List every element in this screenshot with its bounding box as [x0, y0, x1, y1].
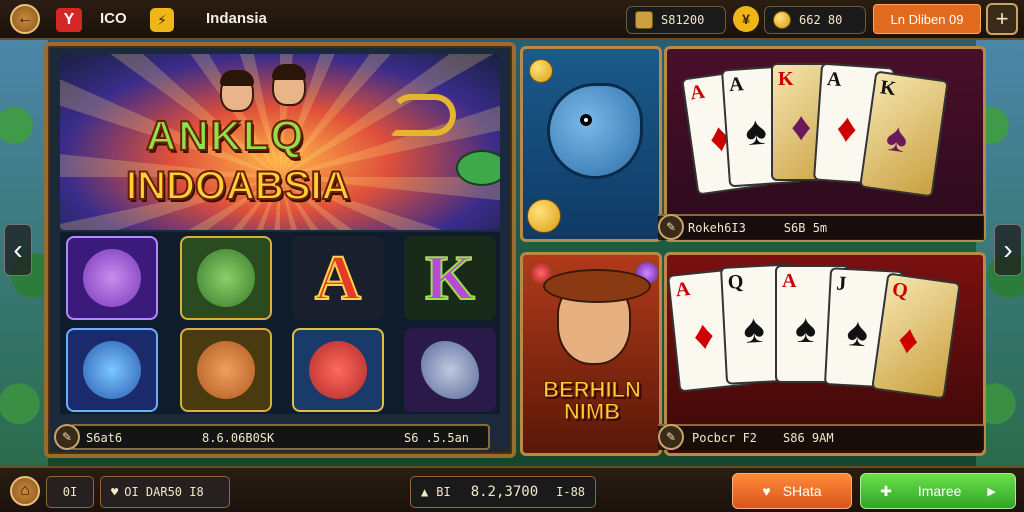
- slot-title-line2: INDOABSIA: [125, 163, 351, 209]
- slot-settings-icon[interactable]: ✎: [54, 424, 80, 450]
- hunter-character: [543, 269, 651, 365]
- slot-info-bar: S6at6 8.6.06B0SK S6 .5.5an: [70, 424, 490, 450]
- promo-button[interactable]: Ln Dliben 09: [873, 4, 981, 34]
- share-button[interactable]: ♥ SHata: [732, 473, 852, 509]
- shield-icon: ♥: [111, 485, 119, 499]
- game-caption-top: Rokeh6I3 S6B 5m: [658, 214, 984, 240]
- ico-label: ICO: [100, 10, 127, 27]
- slot-title-line1: ANKLQ: [145, 111, 306, 160]
- featured-slot-panel[interactable]: ANKLQ INDOABSIA A K S6at6 8.6.06B0SK S6 …: [44, 42, 516, 458]
- card-game-settings-icon[interactable]: ✎: [658, 424, 684, 450]
- balance-1-value: S81200: [661, 13, 705, 27]
- coin-icon: [773, 11, 791, 29]
- letter-k-symbol: K: [404, 236, 496, 320]
- green-fish-symbol-icon: [180, 236, 272, 320]
- fish-game-name: Rokeh6I3: [688, 221, 746, 235]
- home-icon: ⌂: [20, 482, 30, 499]
- red-fish-symbol-icon: [292, 328, 384, 412]
- fish-game-settings-icon[interactable]: ✎: [658, 214, 684, 240]
- playing-card: K ♠: [859, 70, 949, 198]
- brand-logo-icon: Y: [56, 8, 82, 32]
- back-button[interactable]: ←: [10, 4, 40, 34]
- brand-name: Indansia: [206, 10, 267, 27]
- fisherman-symbol-icon: [180, 328, 272, 412]
- card-game-top-amount: S6B 5m: [783, 221, 828, 235]
- letter-a-symbol: A: [292, 236, 384, 320]
- wallet-icon: [635, 11, 653, 29]
- slot-reels: A K: [60, 232, 500, 414]
- kid-character-2: [272, 64, 306, 106]
- top-bar: ← Y ICO ⚡ Indansia S81200 ¥ 662 80 Ln Dl…: [0, 0, 1024, 40]
- slot-info-left: S6at6: [86, 431, 123, 445]
- blue-fish-symbol-icon: [66, 328, 158, 412]
- silver-fish-symbol-icon: [404, 328, 496, 412]
- invite-button[interactable]: ✚ Imaree ▶: [860, 473, 1016, 509]
- balance-pill-2[interactable]: 662 80: [764, 6, 866, 34]
- level-badge: 0I: [46, 476, 94, 508]
- yen-coin-icon: ¥: [733, 6, 759, 32]
- fish-game-tile[interactable]: [520, 46, 662, 242]
- fishing-hook-icon: [390, 94, 456, 136]
- chat-icon: ✚: [880, 482, 892, 499]
- slot-info-middle: 8.6.06B0SK: [202, 431, 275, 445]
- kid-character-1: [220, 70, 254, 112]
- triangle-icon: ▲: [421, 485, 429, 499]
- card-game-bottom-name: Pocbcr F2: [692, 431, 758, 445]
- back-arrow-icon: ←: [17, 10, 33, 27]
- green-fish-icon: [456, 150, 500, 186]
- jackpot-display: ▲ BI 8.2,3700 I-88: [410, 476, 596, 508]
- balance-pill-1[interactable]: S81200: [626, 6, 726, 34]
- game-caption-bottom: Pocbcr F2 S86 9AM: [658, 424, 984, 450]
- card-game-bottom-amount: S86 9AM: [783, 431, 834, 445]
- big-fish-icon: [547, 83, 643, 179]
- lightning-icon: ⚡: [150, 8, 174, 32]
- playing-card: Q ♦: [871, 272, 961, 400]
- account-info[interactable]: ♥ OI DAR50 I8: [100, 476, 230, 508]
- bottom-bar: ⌂ 0I ♥ OI DAR50 I8 ▲ BI 8.2,3700 I-88 ♥ …: [0, 466, 1024, 512]
- home-button[interactable]: ⌂: [10, 476, 40, 506]
- gold-coin-icon: [527, 199, 561, 233]
- coin-icon-tile: [529, 59, 553, 83]
- purple-girl-symbol-icon: [66, 236, 158, 320]
- adventure-game-title: BERHILN NIMB: [543, 377, 642, 424]
- balance-2-value: 662 80: [799, 13, 843, 27]
- heart-icon: ♥: [762, 483, 771, 499]
- prev-arrow-icon[interactable]: ‹: [4, 224, 32, 276]
- add-funds-button[interactable]: +: [986, 3, 1018, 35]
- card-game-tile-top[interactable]: A ♦ A ♠ K ♦ A ♦ K ♠: [664, 46, 986, 242]
- adventure-game-tile[interactable]: BERHILN NIMB: [520, 252, 662, 456]
- slot-info-right: S6 .5.5an: [404, 431, 470, 445]
- chevron-right-icon: ▶: [987, 485, 996, 498]
- slot-hero-banner: ANKLQ INDOABSIA: [60, 54, 500, 230]
- next-arrow-icon[interactable]: ›: [994, 224, 1022, 276]
